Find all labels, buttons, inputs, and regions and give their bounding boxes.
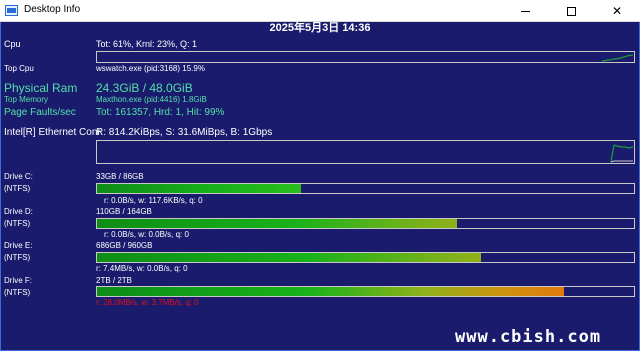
drive-d-fs: (NTFS) — [4, 219, 31, 228]
top-memory-label: Top Memory — [4, 95, 49, 104]
drive-d-bar — [96, 218, 635, 229]
minimize-button[interactable] — [502, 0, 548, 22]
network-value: R: 814.2KiBps, S: 31.6MiBps, B: 1Gbps — [96, 127, 273, 138]
drive-c-usage: 33GB / 86GB — [96, 172, 144, 181]
drive-e-io: r: 7.4MB/s, w: 0.0B/s, q: 0 — [96, 264, 188, 273]
drive-f-label: Drive F: — [4, 276, 32, 285]
window-title: Desktop Info — [24, 4, 81, 15]
drive-c-label: Drive C: — [4, 172, 33, 181]
drive-f-bar-fill — [97, 287, 565, 296]
drive-d-bar-fill — [97, 219, 457, 228]
drive-c-fs: (NTFS) — [4, 184, 31, 193]
app-window-icon — [5, 5, 18, 16]
title-bar[interactable]: Desktop Info ✕ — [0, 0, 640, 22]
network-graph-line-send — [610, 144, 634, 163]
drive-f-bar — [96, 286, 635, 297]
drive-c-bar-fill — [97, 184, 302, 193]
cpu-label: Cpu — [4, 39, 21, 49]
drive-f-io: r: 28.0MB/s, w: 3.7MB/s, q: 0 — [96, 298, 199, 307]
drive-e-label: Drive E: — [4, 241, 33, 250]
drive-d-io: r: 0.0B/s, w: 0.0B/s, q: 0 — [104, 230, 189, 239]
top-cpu-value: wswatch.exe (pid:3168) 15.9% — [96, 64, 205, 73]
cpu-graph — [96, 51, 635, 63]
close-icon: ✕ — [611, 4, 623, 18]
drive-e-usage: 686GB / 960GB — [96, 241, 153, 250]
ram-label: Physical Ram — [4, 81, 78, 95]
drive-e-bar-fill — [97, 253, 481, 262]
drive-f-fs: (NTFS) — [4, 288, 31, 297]
drive-d-label: Drive D: — [4, 207, 33, 216]
network-graph-line-recv — [610, 160, 633, 163]
drive-d-usage: 110GB / 164GB — [96, 207, 152, 216]
drive-e-fs: (NTFS) — [4, 253, 31, 262]
page-faults-label: Page Faults/sec — [4, 107, 76, 118]
close-button[interactable]: ✕ — [594, 0, 640, 22]
drive-c-io: r: 0.0B/s, w: 117.6KB/s, q: 0 — [104, 196, 203, 205]
top-cpu-label: Top Cpu — [4, 64, 34, 73]
watermark: www.cbish.com — [455, 327, 602, 347]
drive-f-usage: 2TB / 2TB — [96, 276, 133, 285]
maximize-button[interactable] — [548, 0, 594, 22]
top-memory-value: Maxthon.exe (pid:4416) 1.8GiB — [96, 95, 207, 104]
cpu-graph-line — [601, 54, 634, 62]
datetime-header: 2025年5月3日 14:36 — [269, 22, 371, 34]
drive-c-bar — [96, 183, 635, 194]
network-label: Intel[R] Ethernet Conr — [4, 127, 101, 138]
minimize-icon — [520, 11, 530, 13]
page-faults-value: Tot: 161357, Hrd: 1, Hit: 99% — [96, 107, 225, 118]
maximize-icon — [566, 7, 576, 17]
ram-value: 24.3GiB / 48.0GiB — [96, 81, 193, 95]
cpu-value: Tot: 61%, Krnl: 23%, Q: 1 — [96, 39, 198, 49]
drive-e-bar — [96, 252, 635, 263]
network-graph — [96, 140, 635, 164]
